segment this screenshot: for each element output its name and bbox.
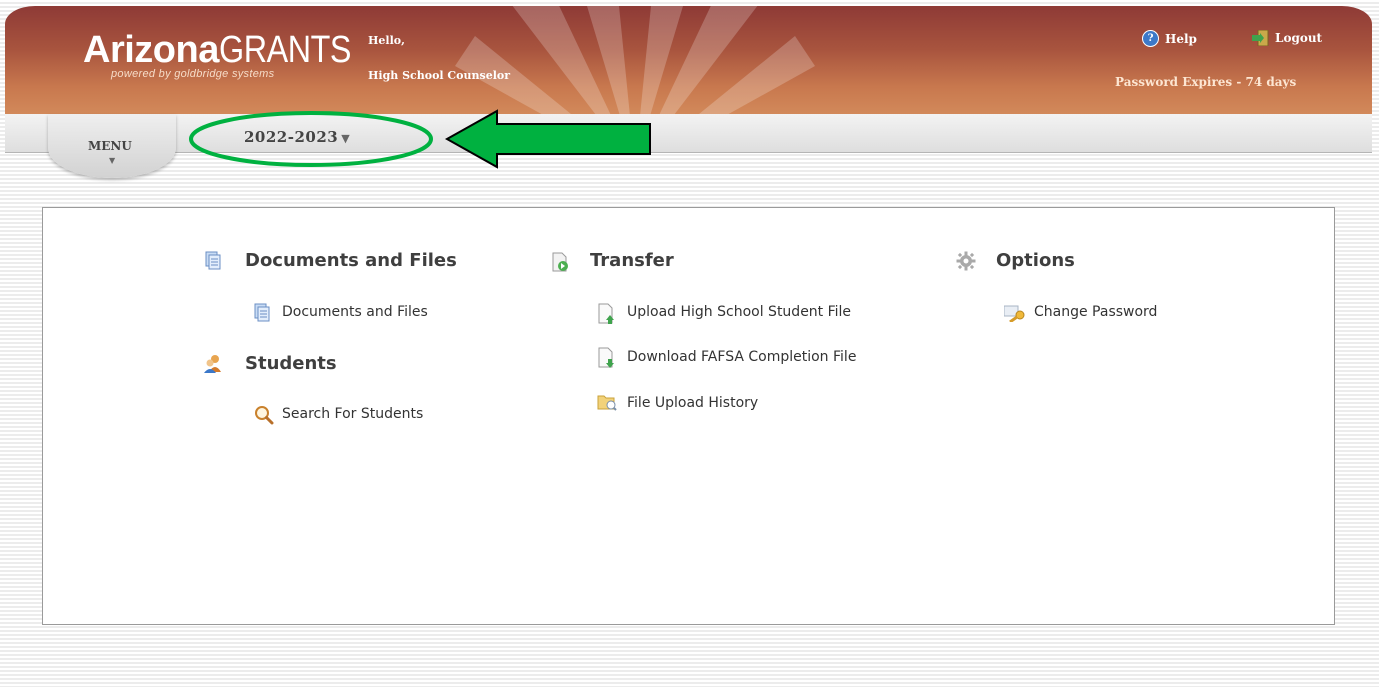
password-expiry-notice: Password Expires - 74 days bbox=[1115, 75, 1297, 89]
arizona-grants-logo[interactable]: ArizonaGRANTS powered by goldbridge syst… bbox=[83, 30, 374, 80]
link-file-upload-history[interactable]: File Upload History bbox=[627, 395, 758, 411]
logo-light-text: GRANTS bbox=[218, 29, 351, 71]
chevron-down-icon: ▼ bbox=[341, 132, 351, 145]
user-role: High School Counselor bbox=[368, 69, 511, 82]
logout-link[interactable]: Logout bbox=[1252, 29, 1323, 47]
award-year-dropdown[interactable]: 2022-2023 ▼ bbox=[244, 128, 350, 146]
link-search-for-students[interactable]: Search For Students bbox=[282, 406, 423, 422]
app-header: ArizonaGRANTS powered by goldbridge syst… bbox=[5, 6, 1372, 114]
link-upload-high-school-student-file[interactable]: Upload High School Student File bbox=[627, 304, 851, 320]
link-documents-and-files[interactable]: Documents and Files bbox=[282, 304, 428, 320]
main-panel bbox=[42, 207, 1335, 625]
transfer-arrow-icon bbox=[552, 252, 568, 272]
greeting-text: Hello, bbox=[368, 34, 405, 47]
help-link[interactable]: ? Help bbox=[1142, 30, 1197, 47]
logo-bold-text: Arizona bbox=[83, 29, 219, 71]
documents-icon bbox=[205, 251, 221, 270]
link-change-password[interactable]: Change Password bbox=[1034, 304, 1157, 320]
section-title-documents: Documents and Files bbox=[245, 250, 457, 271]
help-label: Help bbox=[1165, 31, 1197, 46]
section-title-transfer: Transfer bbox=[590, 250, 674, 271]
section-title-students: Students bbox=[245, 353, 337, 374]
user-greeting: Hello, High School Counselor bbox=[368, 34, 510, 82]
menu-caret-icon: ▼ bbox=[109, 156, 116, 165]
folder-history-icon bbox=[597, 395, 617, 411]
magnifier-icon bbox=[255, 406, 274, 425]
menu-label[interactable]: MENU bbox=[88, 139, 132, 153]
logout-door-icon bbox=[1252, 29, 1270, 47]
nav-bar bbox=[5, 114, 1372, 153]
key-icon bbox=[1004, 305, 1025, 322]
link-download-fafsa-completion-file[interactable]: Download FAFSA Completion File bbox=[627, 349, 856, 365]
section-title-options: Options bbox=[996, 250, 1075, 271]
logout-label: Logout bbox=[1275, 31, 1323, 45]
file-download-icon bbox=[598, 347, 614, 368]
file-upload-icon bbox=[598, 303, 614, 324]
people-icon bbox=[204, 355, 221, 373]
documents-icon bbox=[254, 303, 270, 322]
gear-icon bbox=[956, 251, 976, 271]
help-icon: ? bbox=[1142, 30, 1159, 47]
year-selected-value: 2022-2023 bbox=[244, 128, 339, 146]
